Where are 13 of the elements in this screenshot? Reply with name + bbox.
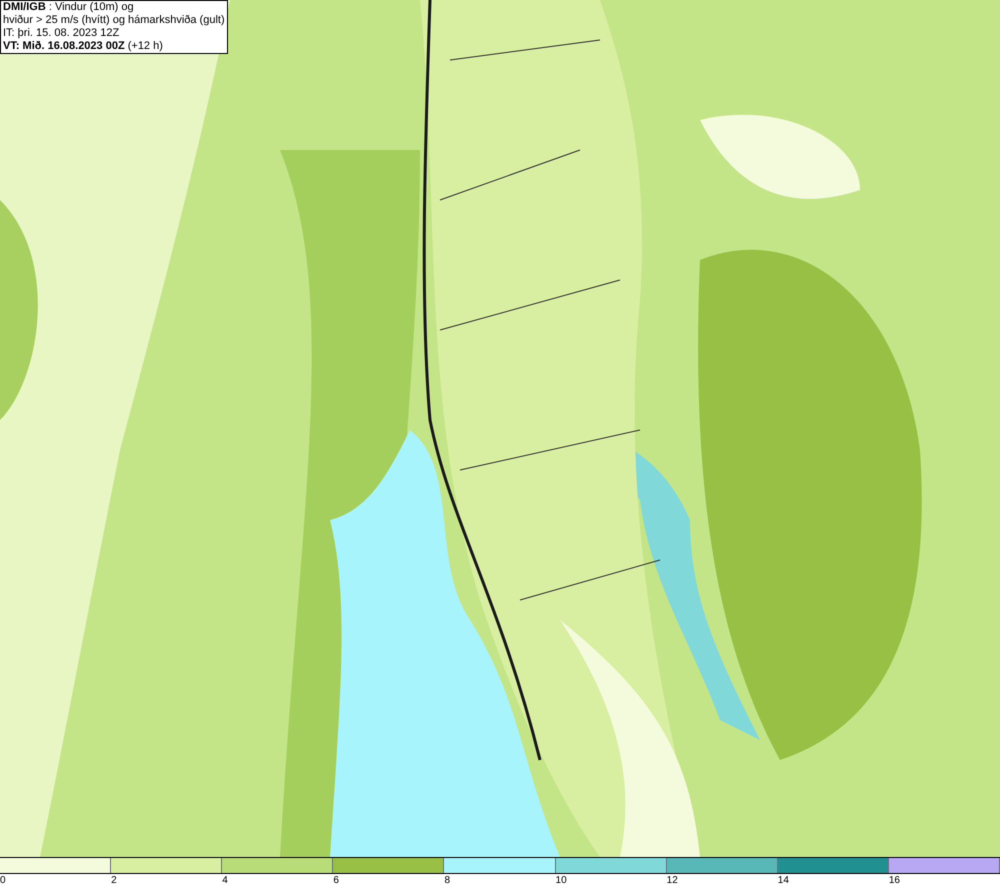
scale-tick-label: 0 [0, 875, 6, 886]
scale-tick-label: 14 [778, 875, 789, 886]
header-text: IT: þri. 15. 08. 2023 12Z [3, 27, 120, 40]
header-text: VT: Mið. 16.08.2023 00Z (+12 h) [3, 40, 164, 53]
scale-tick-label: 10 [556, 875, 567, 886]
scale-tick-label: 16 [888, 875, 900, 886]
scale-tick-label: 8 [444, 875, 450, 886]
scale-tick-label: 12 [666, 875, 678, 886]
scale-tick-label: 4 [222, 875, 228, 886]
header-text: hviður > 25 m/s (hvítt) og hámarkshviða (gult) [3, 14, 225, 27]
header-text: DMI/IGB : Vindur (10m) og [3, 1, 135, 14]
scale-tick-label: 2 [111, 875, 117, 886]
scale-tick-label: 6 [333, 875, 339, 886]
